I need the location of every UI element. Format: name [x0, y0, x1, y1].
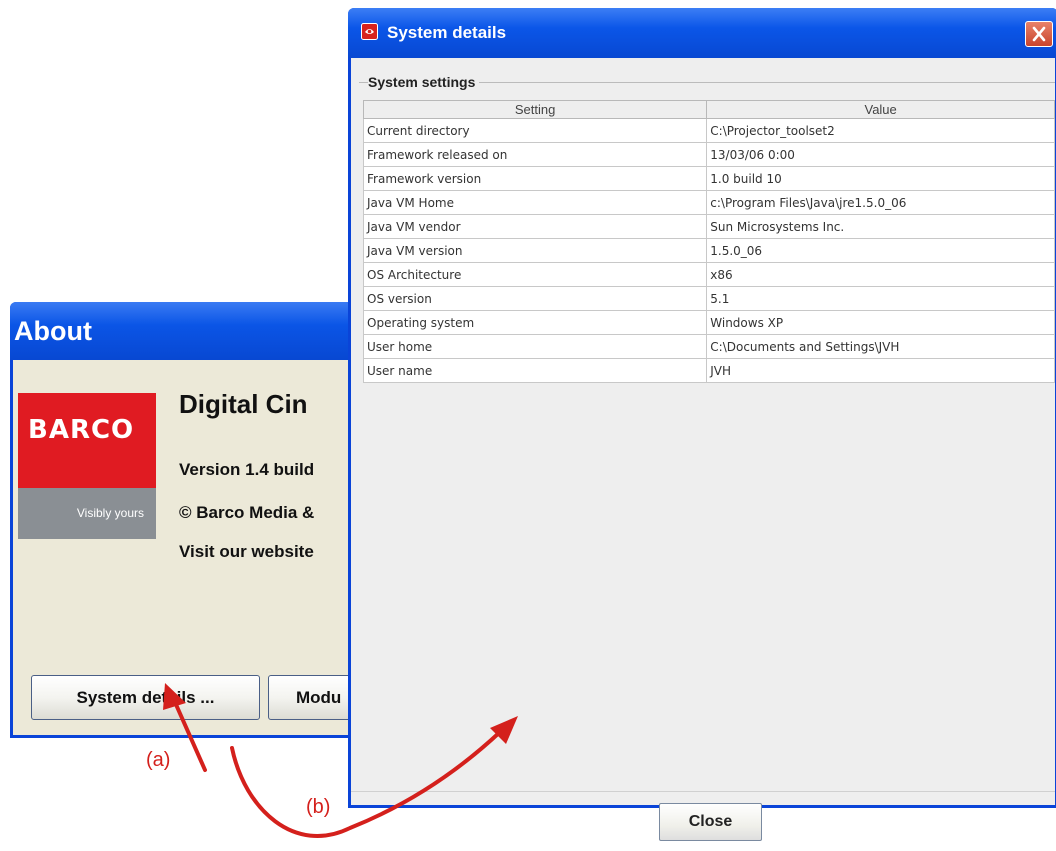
arrow-b-icon	[230, 716, 518, 838]
annotation-label-a: (a)	[146, 749, 171, 771]
annotation-label-b: (b)	[306, 796, 331, 818]
annotation-arrows	[163, 683, 518, 838]
